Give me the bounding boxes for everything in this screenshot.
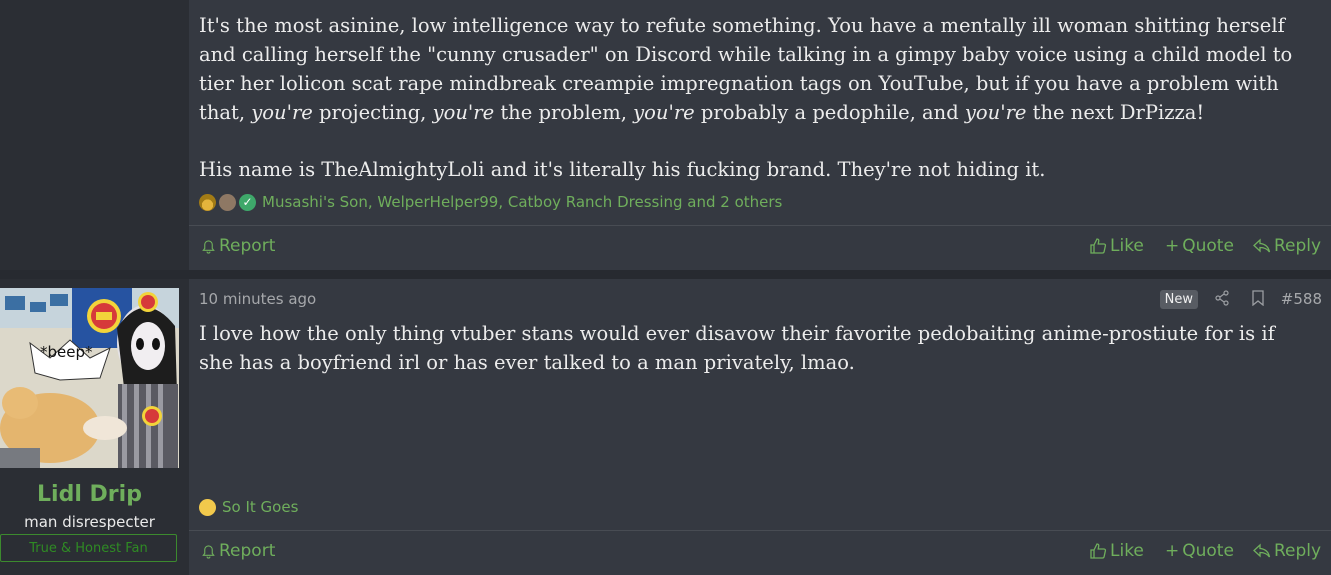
reaction-names[interactable]: So It Goes — [222, 498, 298, 516]
post-2-content: 10 minutes ago New #588 I love how the o… — [189, 279, 1331, 575]
post-2-body: I love how the only thing vtuber stans w… — [199, 322, 1275, 374]
like-label: Like — [1110, 541, 1144, 561]
share-icon[interactable] — [1214, 290, 1230, 310]
paragraph-segment: the problem, — [494, 101, 634, 124]
paragraph-segment: you're — [633, 101, 695, 124]
quote-button[interactable]: + Quote — [1165, 236, 1234, 256]
reply-arrow-icon — [1253, 238, 1271, 253]
post-1: It's the most asinine, low intelligence … — [0, 0, 1331, 270]
quote-label: Quote — [1182, 236, 1234, 256]
quote-label: Quote — [1182, 541, 1234, 561]
bell-icon — [202, 544, 215, 559]
report-label: Report — [219, 236, 276, 256]
reply-arrow-icon — [1253, 543, 1271, 558]
paragraph-segment: projecting, — [312, 101, 433, 124]
plus-icon: + — [1165, 541, 1180, 561]
user-title: man disrespecter — [24, 513, 155, 531]
new-badge: New — [1159, 290, 1198, 309]
post-number[interactable]: #588 — [1281, 290, 1322, 308]
post-1-body-paragraph-2: His name is TheAlmightyLoli and it's lit… — [199, 158, 1046, 181]
paragraph-segment: the next DrPizza! — [1026, 101, 1205, 124]
reaction-names[interactable]: Musashi's Son, WelperHelper99, Catboy Ra… — [262, 193, 782, 211]
report-label: Report — [219, 541, 276, 561]
thinking-face-icon — [199, 498, 216, 516]
post-1-sidebar — [0, 0, 189, 270]
post-timestamp[interactable]: 10 minutes ago — [199, 290, 316, 308]
like-label: Like — [1110, 236, 1144, 256]
post-2-reactions[interactable]: So It Goes — [199, 498, 298, 516]
username[interactable]: Lidl Drip — [0, 482, 179, 507]
post-1-reactions[interactable]: ✓ Musashi's Son, WelperHelper99, Catboy … — [199, 193, 782, 211]
paragraph-segment: you're — [251, 101, 313, 124]
reply-label: Reply — [1274, 541, 1322, 561]
quote-button[interactable]: + Quote — [1165, 541, 1234, 561]
report-button[interactable]: Report — [201, 541, 275, 561]
reply-button[interactable]: Reply — [1253, 236, 1321, 256]
checkmark-icon: ✓ — [239, 193, 256, 211]
report-button[interactable]: Report — [201, 236, 275, 256]
monkey-icon — [219, 193, 236, 211]
bookmark-icon[interactable] — [1251, 290, 1265, 310]
post-1-content: It's the most asinine, low intelligence … — [189, 0, 1331, 270]
post-1-body-paragraph-1: It's the most asinine, low intelligence … — [199, 11, 1311, 127]
avatar[interactable]: *beep* — [0, 288, 179, 468]
reply-button[interactable]: Reply — [1253, 541, 1321, 561]
post-2-action-bar: Report Like + Quote Reply — [189, 530, 1331, 575]
avatar-caption: *beep* — [40, 343, 93, 361]
post-2: *beep* Lidl Drip man disrespecter True &… — [0, 279, 1331, 575]
like-button[interactable]: Like — [1089, 541, 1144, 561]
paragraph-segment: you're — [432, 101, 495, 124]
bell-icon — [202, 239, 215, 254]
thumbs-up-icon — [1090, 543, 1107, 559]
thumbs-up-icon — [1090, 238, 1107, 254]
plus-icon: + — [1165, 236, 1180, 256]
post-1-action-bar: Report Like + Quote Reply — [189, 225, 1331, 270]
like-button[interactable]: Like — [1089, 236, 1144, 256]
user-banner: True & Honest Fan — [0, 534, 177, 562]
post-2-sidebar: *beep* Lidl Drip man disrespecter True &… — [0, 279, 189, 575]
reply-label: Reply — [1274, 236, 1322, 256]
medal-icon — [199, 193, 216, 211]
paragraph-segment: you're — [964, 101, 1027, 124]
paragraph-segment: probably a pedophile, and — [694, 101, 965, 124]
